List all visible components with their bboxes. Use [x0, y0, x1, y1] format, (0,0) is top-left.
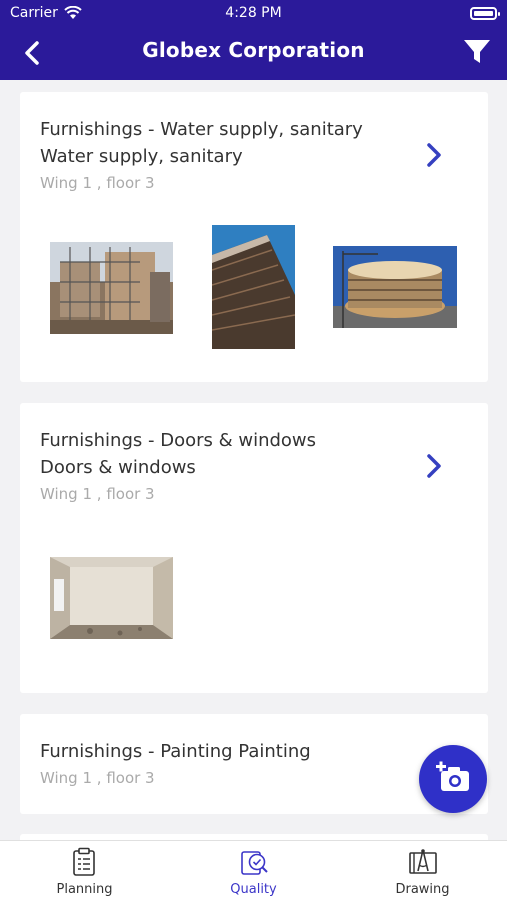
filter-button[interactable]	[463, 38, 491, 66]
interior-room-photo	[50, 557, 173, 639]
quality-check-icon	[241, 851, 268, 875]
clipboard-icon	[73, 847, 95, 876]
item-title: Furnishings - Water supply, sanitary	[40, 119, 363, 140]
filter-icon	[464, 40, 490, 63]
list-item[interactable]: Furnishings - Doors & windows Doors & wi…	[20, 403, 488, 693]
tab-label: Drawing	[395, 882, 450, 897]
item-location: Wing 1 , floor 3	[40, 485, 155, 503]
photo-thumbnail[interactable]	[212, 225, 295, 349]
item-title: Furnishings - Painting Painting	[40, 741, 311, 762]
list-item[interactable]: Furnishings - Water supply, sanitary Wat…	[20, 92, 488, 382]
drawing-compass-icon	[409, 849, 437, 874]
construction-photo	[50, 242, 173, 334]
tab-drawing[interactable]: Drawing	[338, 841, 507, 900]
chevron-right-icon[interactable]	[424, 142, 444, 168]
status-bar: Carrier 4:28 PM	[0, 5, 507, 25]
navigation-bar: Globex Corporation	[0, 32, 507, 72]
chevron-right-icon[interactable]	[424, 453, 444, 479]
inspection-list[interactable]: Furnishings - Water supply, sanitary Wat…	[0, 80, 507, 840]
list-item[interactable]: Furnishings - Painting Painting Wing 1 ,…	[20, 714, 488, 814]
item-location: Wing 1 , floor 3	[40, 174, 155, 192]
photo-thumbnail[interactable]	[333, 246, 457, 328]
item-title: Furnishings - Doors & windows	[40, 430, 317, 451]
building-photo	[212, 225, 295, 349]
tab-quality[interactable]: Quality	[169, 841, 338, 900]
tab-planning[interactable]: Planning	[0, 841, 169, 900]
page-title: Globex Corporation	[142, 38, 365, 62]
photo-thumbnail[interactable]	[50, 242, 173, 334]
add-photo-button[interactable]	[419, 745, 487, 813]
tab-bar: Planning Quality Drawing	[0, 840, 507, 900]
battery-icon	[470, 7, 500, 20]
app-header: Carrier 4:28 PM Globex Corporation	[0, 0, 507, 80]
item-subtitle: Water supply, sanitary	[40, 146, 243, 167]
clock: 4:28 PM	[225, 5, 282, 21]
round-building-photo	[333, 246, 457, 328]
item-subtitle: Doors & windows	[40, 457, 196, 478]
tab-label: Planning	[56, 882, 113, 897]
tab-label: Quality	[230, 882, 277, 897]
photo-thumbnail[interactable]	[50, 557, 173, 639]
item-location: Wing 1 , floor 3	[40, 769, 155, 787]
add-photo-icon	[436, 761, 469, 791]
